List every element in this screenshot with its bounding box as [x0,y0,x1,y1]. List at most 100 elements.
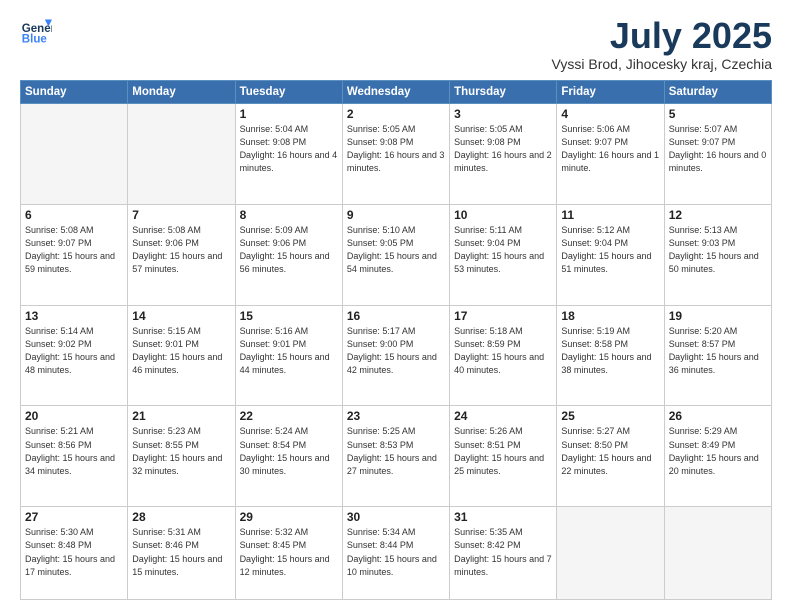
day-number: 21 [132,409,230,423]
svg-text:Blue: Blue [22,34,48,46]
day-number: 14 [132,309,230,323]
day-number: 23 [347,409,445,423]
day-info: Sunrise: 5:09 AM Sunset: 9:06 PM Dayligh… [240,224,338,276]
day-info: Sunrise: 5:12 AM Sunset: 9:04 PM Dayligh… [561,224,659,276]
day-number: 16 [347,309,445,323]
day-info: Sunrise: 5:23 AM Sunset: 8:55 PM Dayligh… [132,425,230,477]
table-row: 26Sunrise: 5:29 AM Sunset: 8:49 PM Dayli… [664,406,771,507]
day-number: 13 [25,309,123,323]
day-info: Sunrise: 5:26 AM Sunset: 8:51 PM Dayligh… [454,425,552,477]
day-number: 5 [669,107,767,121]
day-number: 7 [132,208,230,222]
day-number: 31 [454,510,552,524]
day-number: 9 [347,208,445,222]
day-number: 25 [561,409,659,423]
table-row: 25 Sunrise: 5:27 AM Sunset: 8:50 PM Dayli… [557,406,664,507]
day-number: 18 [561,309,659,323]
col-friday: Friday [557,80,664,103]
month-title: July 2025 [552,16,772,56]
day-number: 24 [454,409,552,423]
title-block: July 2025 Vyssi Brod, Jihocesky kraj, Cz… [552,16,772,72]
table-row [128,103,235,204]
table-row [21,103,128,204]
col-monday: Monday [128,80,235,103]
day-number: 22 [240,409,338,423]
day-info: Sunrise: 5:31 AM Sunset: 8:46 PM Dayligh… [132,526,230,578]
table-row: 8 Sunrise: 5:09 AM Sunset: 9:06 PM Daylig… [235,204,342,305]
table-row [557,507,664,600]
day-number: 12 [669,208,767,222]
day-number: 30 [347,510,445,524]
calendar-week-row: 6Sunrise: 5:08 AM Sunset: 9:07 PM Daylig… [21,204,772,305]
day-info: Sunrise: 5:05 AM Sunset: 9:08 PM Dayligh… [347,123,445,175]
day-info: Sunrise: 5:13 AM Sunset: 9:03 PM Dayligh… [669,224,767,276]
col-sunday: Sunday [21,80,128,103]
day-info: Sunrise: 5:34 AM Sunset: 8:44 PM Dayligh… [347,526,445,578]
day-number: 26 [669,409,767,423]
table-row: 7 Sunrise: 5:08 AM Sunset: 9:06 PM Daylig… [128,204,235,305]
table-row: 19 Sunrise: 5:20 AM Sunset: 8:57 PM Dayli… [664,305,771,406]
subtitle: Vyssi Brod, Jihocesky kraj, Czechia [552,56,772,72]
day-info: Sunrise: 5:21 AM Sunset: 8:56 PM Dayligh… [25,425,123,477]
day-info: Sunrise: 5:24 AM Sunset: 8:54 PM Dayligh… [240,425,338,477]
table-row: 22 Sunrise: 5:24 AM Sunset: 8:54 PM Dayli… [235,406,342,507]
day-number: 20 [25,409,123,423]
table-row: 24 Sunrise: 5:26 AM Sunset: 8:51 PM Dayli… [450,406,557,507]
page: General Blue July 2025 Vyssi Brod, Jihoc… [0,0,792,612]
table-row: 23Sunrise: 5:25 AM Sunset: 8:53 PM Dayli… [342,406,449,507]
day-info: Sunrise: 5:06 AM Sunset: 9:07 PM Dayligh… [561,123,659,175]
table-row: 11 Sunrise: 5:12 AM Sunset: 9:04 PM Dayli… [557,204,664,305]
day-number: 28 [132,510,230,524]
calendar-table: Sunday Monday Tuesday Wednesday Thursday… [20,80,772,600]
col-thursday: Thursday [450,80,557,103]
table-row: 14 Sunrise: 5:15 AM Sunset: 9:01 PM Dayli… [128,305,235,406]
logo-icon: General Blue [20,16,52,48]
day-number: 19 [669,309,767,323]
day-number: 1 [240,107,338,121]
day-number: 3 [454,107,552,121]
table-row: 18Sunrise: 5:19 AM Sunset: 8:58 PM Dayli… [557,305,664,406]
day-info: Sunrise: 5:11 AM Sunset: 9:04 PM Dayligh… [454,224,552,276]
table-row: 13 Sunrise: 5:14 AM Sunset: 9:02 PM Dayli… [21,305,128,406]
day-number: 15 [240,309,338,323]
day-number: 11 [561,208,659,222]
day-number: 10 [454,208,552,222]
table-row: 12 Sunrise: 5:13 AM Sunset: 9:03 PM Dayli… [664,204,771,305]
table-row: 1Sunrise: 5:04 AM Sunset: 9:08 PM Daylig… [235,103,342,204]
col-saturday: Saturday [664,80,771,103]
day-info: Sunrise: 5:18 AM Sunset: 8:59 PM Dayligh… [454,325,552,377]
calendar-header-row: Sunday Monday Tuesday Wednesday Thursday… [21,80,772,103]
table-row: 28 Sunrise: 5:31 AM Sunset: 8:46 PM Dayli… [128,507,235,600]
day-info: Sunrise: 5:20 AM Sunset: 8:57 PM Dayligh… [669,325,767,377]
day-info: Sunrise: 5:07 AM Sunset: 9:07 PM Dayligh… [669,123,767,175]
day-info: Sunrise: 5:15 AM Sunset: 9:01 PM Dayligh… [132,325,230,377]
day-info: Sunrise: 5:16 AM Sunset: 9:01 PM Dayligh… [240,325,338,377]
day-number: 4 [561,107,659,121]
day-number: 27 [25,510,123,524]
col-wednesday: Wednesday [342,80,449,103]
calendar-week-row: 1Sunrise: 5:04 AM Sunset: 9:08 PM Daylig… [21,103,772,204]
day-info: Sunrise: 5:14 AM Sunset: 9:02 PM Dayligh… [25,325,123,377]
table-row: 17Sunrise: 5:18 AM Sunset: 8:59 PM Dayli… [450,305,557,406]
table-row: 20 Sunrise: 5:21 AM Sunset: 8:56 PM Dayli… [21,406,128,507]
table-row: 21 Sunrise: 5:23 AM Sunset: 8:55 PM Dayli… [128,406,235,507]
table-row: 30 Sunrise: 5:34 AM Sunset: 8:44 PM Dayli… [342,507,449,600]
calendar-week-row: 13 Sunrise: 5:14 AM Sunset: 9:02 PM Dayli… [21,305,772,406]
table-row: 4 Sunrise: 5:06 AM Sunset: 9:07 PM Daylig… [557,103,664,204]
logo: General Blue [20,16,52,48]
calendar-week-row: 27Sunrise: 5:30 AM Sunset: 8:48 PM Dayli… [21,507,772,600]
table-row: 9Sunrise: 5:10 AM Sunset: 9:05 PM Daylig… [342,204,449,305]
day-info: Sunrise: 5:27 AM Sunset: 8:50 PM Dayligh… [561,425,659,477]
table-row: 3Sunrise: 5:05 AM Sunset: 9:08 PM Daylig… [450,103,557,204]
day-info: Sunrise: 5:08 AM Sunset: 9:06 PM Dayligh… [132,224,230,276]
day-number: 8 [240,208,338,222]
table-row: 5 Sunrise: 5:07 AM Sunset: 9:07 PM Daylig… [664,103,771,204]
table-row: 31 Sunrise: 5:35 AM Sunset: 8:42 PM Dayli… [450,507,557,600]
table-row: 27Sunrise: 5:30 AM Sunset: 8:48 PM Dayli… [21,507,128,600]
day-info: Sunrise: 5:35 AM Sunset: 8:42 PM Dayligh… [454,526,552,578]
col-tuesday: Tuesday [235,80,342,103]
day-info: Sunrise: 5:17 AM Sunset: 9:00 PM Dayligh… [347,325,445,377]
header: General Blue July 2025 Vyssi Brod, Jihoc… [20,16,772,72]
table-row [664,507,771,600]
table-row: 29Sunrise: 5:32 AM Sunset: 8:45 PM Dayli… [235,507,342,600]
